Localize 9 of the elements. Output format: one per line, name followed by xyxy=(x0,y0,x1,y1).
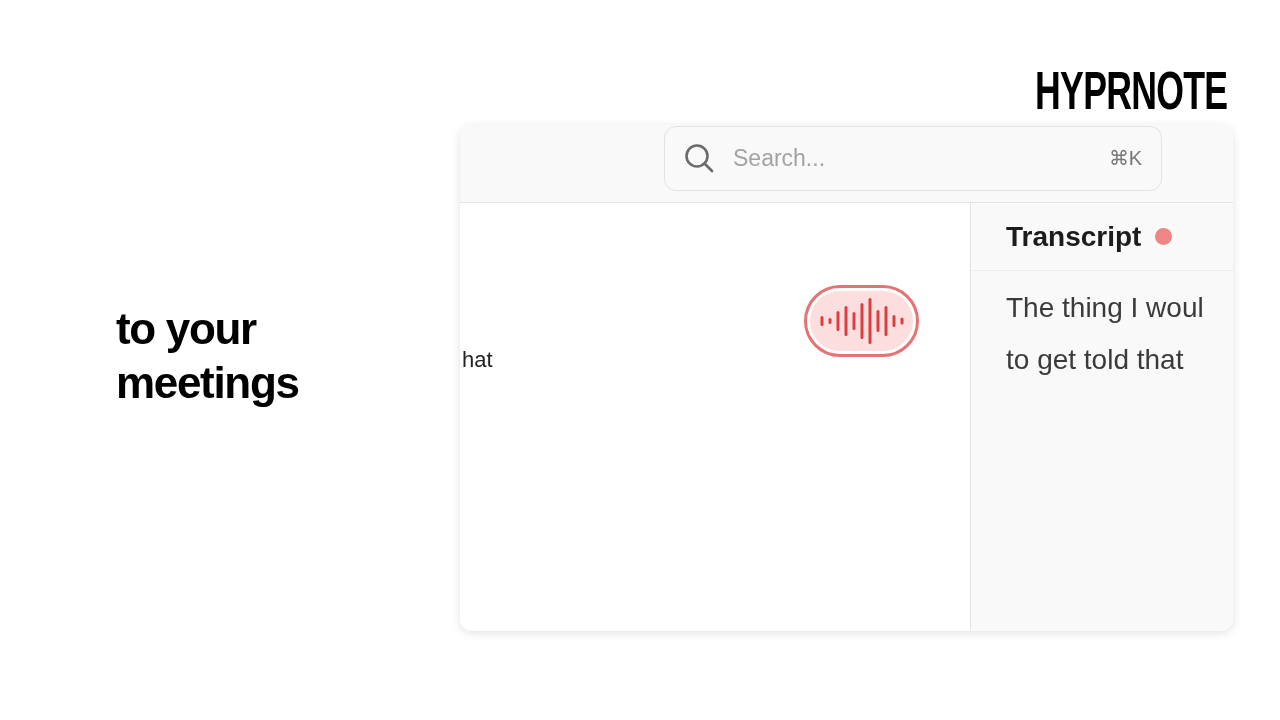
transcript-line: to get told that xyxy=(1006,343,1184,377)
shortcut-hint: ⌘K xyxy=(1108,146,1142,171)
transcript-line: The thing I woul xyxy=(1006,291,1204,325)
note-text: hat xyxy=(461,346,493,373)
logo: HYPRNOTE xyxy=(1034,66,1227,114)
headline: to your meetings xyxy=(116,303,300,409)
waveform-icon xyxy=(819,297,904,345)
transcript-title: Transcript xyxy=(1006,219,1142,254)
search-icon xyxy=(684,143,714,173)
